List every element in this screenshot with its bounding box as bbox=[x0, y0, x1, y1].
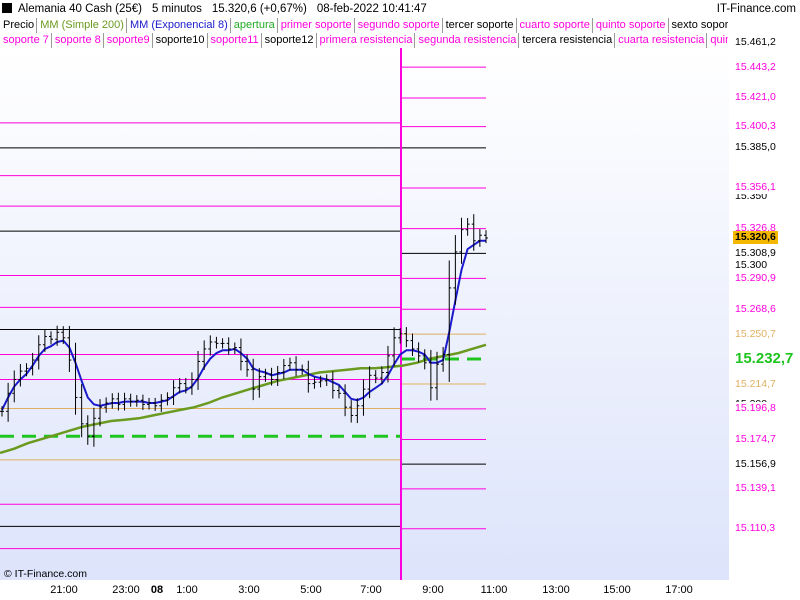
legend-item[interactable]: quinto soporte bbox=[593, 18, 669, 33]
price-chart-plot[interactable] bbox=[0, 48, 729, 580]
price-axis-tick: 15.300 bbox=[735, 259, 768, 272]
legend-row-1: Precio MM (Simple 200) MM (Exponencial 8) a… bbox=[0, 18, 728, 33]
time-axis-tick: 3:00 bbox=[238, 584, 260, 596]
time-axis-tick: 9:00 bbox=[422, 584, 444, 596]
level-price-label: 15.421,0 bbox=[733, 91, 778, 105]
opening-price-label: 15.232,7 bbox=[733, 350, 796, 369]
legend-item[interactable]: MM (Simple 200) bbox=[37, 18, 127, 33]
time-axis-tick: 21:00 bbox=[50, 584, 78, 596]
chart-header: Alemania 40 Cash (25€) 5 minutos 15.320,6 … bbox=[0, 0, 800, 18]
legend-item[interactable]: MM (Exponencial 8) bbox=[127, 18, 231, 33]
level-price-label: 15.356,1 bbox=[733, 181, 778, 195]
legend-item[interactable]: primer soporte bbox=[278, 18, 355, 33]
legend-item[interactable]: cuarto soporte bbox=[517, 18, 593, 33]
time-axis-tick: 13:00 bbox=[542, 584, 570, 596]
interval-label: 5 minutos bbox=[152, 3, 202, 15]
instrument-marker-icon bbox=[2, 3, 12, 13]
brand-label: IT-Finance.com bbox=[716, 3, 796, 15]
level-price-label: 15.400,3 bbox=[733, 120, 778, 134]
time-axis-tick: 5:00 bbox=[300, 584, 322, 596]
level-price-label: 15.268,6 bbox=[733, 302, 778, 316]
time-axis-tick: 08 bbox=[150, 584, 164, 596]
legend-item[interactable]: segunda resistencia bbox=[415, 33, 520, 48]
legend-item[interactable]: Precio bbox=[0, 18, 38, 33]
copyright-label: © IT-Finance.com bbox=[4, 568, 88, 580]
level-price-label: 15.290,9 bbox=[733, 271, 778, 285]
time-axis[interactable]: 21:00 23:00 08 1:00 3:00 5:00 7:00 9:00 11:00 13:… bbox=[0, 580, 800, 600]
time-axis-tick: 23:00 bbox=[112, 584, 140, 596]
level-price-label: 15.250,7 bbox=[733, 327, 778, 341]
legend-item[interactable]: sexto soporte bbox=[669, 18, 728, 33]
price-change: 15.320,6 (+0,67%) bbox=[211, 3, 307, 15]
legend-item[interactable]: soporte12 bbox=[262, 33, 317, 48]
plot-background bbox=[0, 48, 729, 580]
legend-item[interactable]: tercer soporte bbox=[443, 18, 517, 33]
legend-item[interactable]: soporte11 bbox=[208, 33, 262, 48]
legend-item[interactable]: soporte 7 bbox=[0, 33, 52, 48]
legend-item[interactable]: soporte10 bbox=[153, 33, 208, 48]
legend-item[interactable]: apertura bbox=[231, 18, 278, 33]
time-axis-tick: 7:00 bbox=[360, 584, 382, 596]
legend-item[interactable]: cuarta resistencia bbox=[615, 33, 708, 48]
current-price-label: 15.320,6 bbox=[733, 230, 778, 244]
level-price-label: 15.156,9 bbox=[733, 457, 778, 471]
level-price-label: 15.461,2 bbox=[733, 35, 778, 49]
level-price-label: 15.110,3 bbox=[733, 522, 778, 536]
legend-item[interactable]: segundo soporte bbox=[355, 18, 443, 33]
legend-item[interactable]: primera resistencia bbox=[317, 33, 416, 48]
time-axis-tick: 11:00 bbox=[480, 584, 508, 596]
price-axis[interactable]: 15.35015.30015.20015.461,215.443,215.421… bbox=[729, 18, 800, 580]
level-price-label: 15.385,0 bbox=[733, 141, 778, 155]
legend-item[interactable]: soporte 8 bbox=[52, 33, 104, 48]
legend-item[interactable]: soporte9 bbox=[104, 33, 153, 48]
level-price-label: 15.196,8 bbox=[733, 402, 778, 416]
instrument-name: Alemania 40 Cash (25€) bbox=[18, 3, 143, 15]
time-axis-tick: 1:00 bbox=[176, 584, 198, 596]
level-price-label: 15.443,2 bbox=[733, 60, 778, 74]
legend-row-2: soporte 7 soporte 8 soporte9 soporte10 sopor… bbox=[0, 33, 728, 48]
level-price-label: 15.214,7 bbox=[733, 377, 778, 391]
level-price-label: 15.139,1 bbox=[733, 482, 778, 496]
time-axis-tick: 15:00 bbox=[603, 584, 631, 596]
datetime-label: 08-feb-2022 10:41:47 bbox=[316, 3, 427, 15]
level-price-label: 15.308,9 bbox=[733, 246, 778, 260]
instrument-info: Alemania 40 Cash (25€) 5 minutos 15.320,6 … bbox=[0, 0, 427, 18]
legend-item[interactable]: tercera resistencia bbox=[519, 33, 616, 48]
level-price-label: 15.174,7 bbox=[733, 433, 778, 446]
time-axis-tick: 17:00 bbox=[665, 584, 693, 596]
legend-item[interactable]: quinta resistencia bbox=[707, 33, 728, 48]
